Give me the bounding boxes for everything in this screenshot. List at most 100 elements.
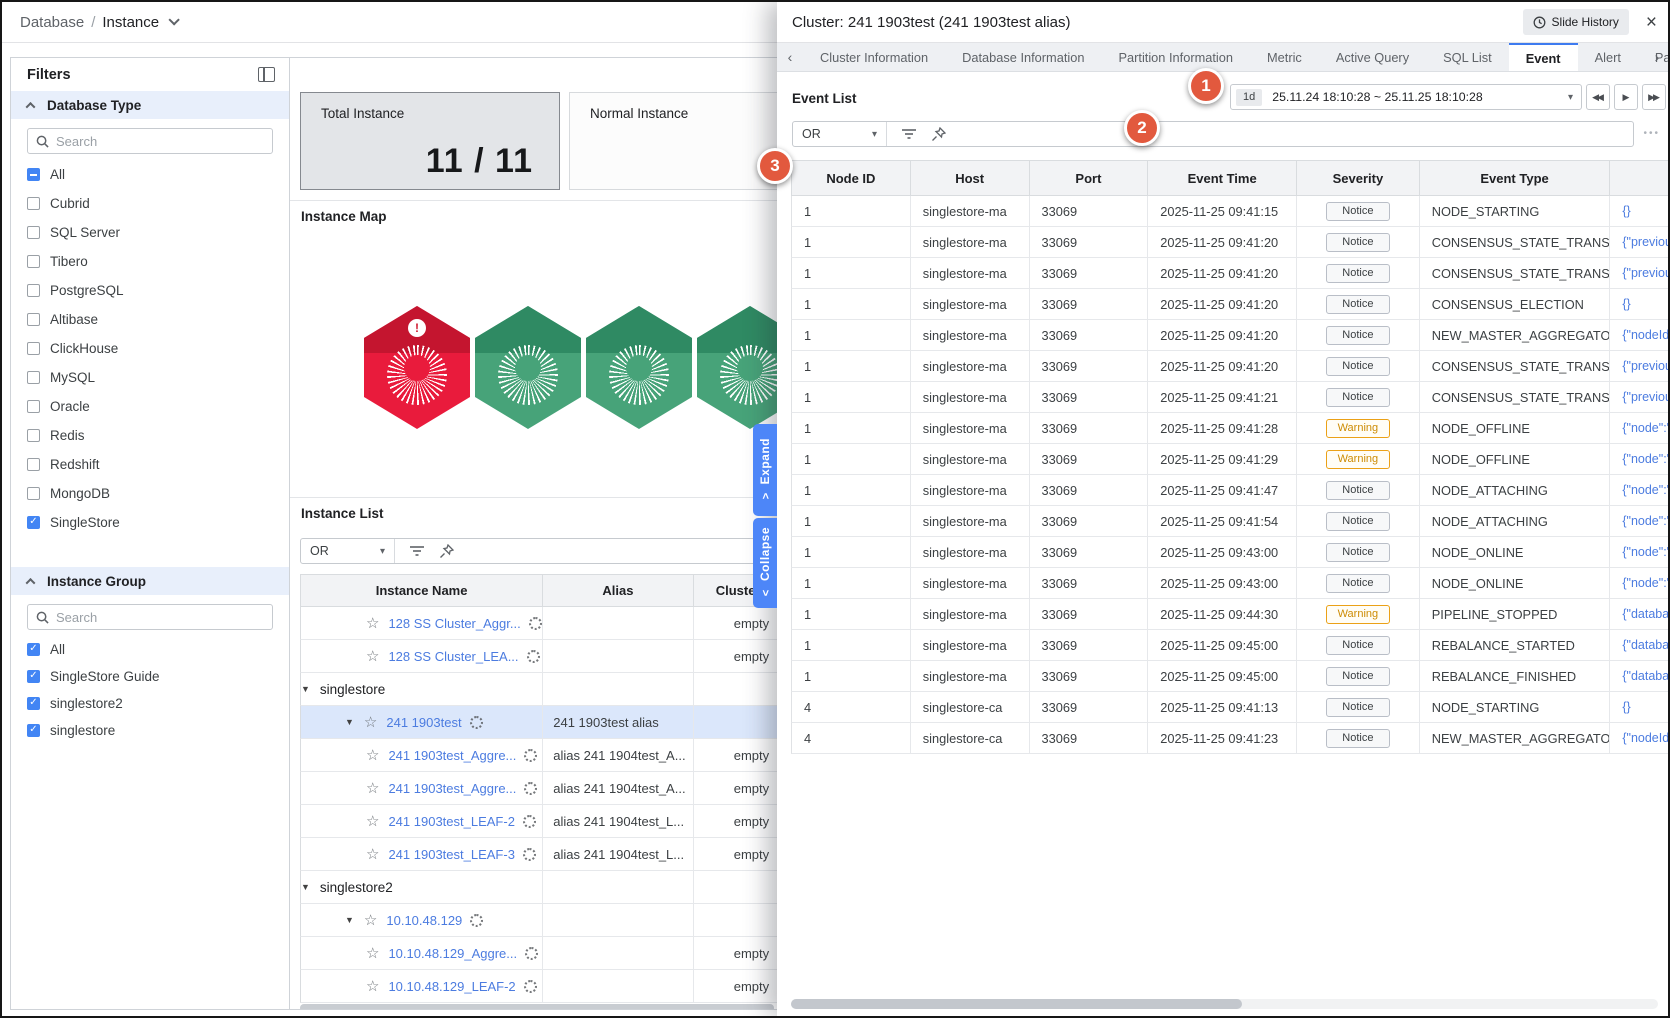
checkbox-unchecked[interactable] xyxy=(27,342,40,355)
checkbox-checked[interactable]: ✓ xyxy=(27,724,40,737)
operator-select[interactable]: OR ▾ xyxy=(301,539,395,563)
tab-sql-list[interactable]: SQL List xyxy=(1426,43,1509,71)
event-data-link[interactable]: {"nodeId xyxy=(1622,328,1668,342)
checkbox-checked[interactable]: ✓ xyxy=(27,670,40,683)
event-row[interactable]: 4 singlestore-ca 33069 2025-11-25 09:41:23 N… xyxy=(791,723,1668,754)
tab-cluster-information[interactable]: Cluster Information xyxy=(803,43,945,71)
checkbox-checked[interactable]: ✓ xyxy=(27,516,40,529)
date-range-picker[interactable]: 1d 25.11.24 18:10:28 ~ 25.11.25 18:10:28… xyxy=(1230,84,1582,110)
range-back-button[interactable]: ◀◀ xyxy=(1586,84,1610,110)
filter-icon[interactable] xyxy=(409,545,425,557)
event-row[interactable]: 1 singlestore-ma 33069 2025-11-25 09:45:00 N… xyxy=(791,661,1668,692)
checkbox-option[interactable]: ✓ singlestore2 xyxy=(11,690,289,717)
checkbox-option[interactable]: ClickHouse xyxy=(11,334,289,363)
instance-name-link[interactable]: 241 1903test xyxy=(386,715,461,730)
slide-history-button[interactable]: Slide History xyxy=(1522,9,1629,35)
event-column-header[interactable]: Event Type xyxy=(1420,161,1611,195)
tree-collapse-icon[interactable]: ▼ xyxy=(301,882,310,892)
instance-name-link[interactable]: 10.10.48.129_Aggre... xyxy=(388,946,517,961)
instance-hexagon-critical[interactable]: ! xyxy=(364,306,470,429)
event-data-link[interactable]: {"nodeId xyxy=(1622,731,1668,745)
instance-name-link[interactable]: 241 1903test_Aggre... xyxy=(388,748,516,763)
instance-name-link[interactable]: 10.10.48.129_LEAF-2 xyxy=(388,979,515,994)
event-data-link[interactable]: {"previou xyxy=(1622,235,1668,249)
checkbox-option[interactable]: Altibase xyxy=(11,305,289,334)
event-column-header[interactable]: Severity xyxy=(1297,161,1420,195)
breadcrumb-instance[interactable]: Instance xyxy=(102,14,159,31)
event-column-header[interactable]: Event Time xyxy=(1148,161,1297,195)
event-data-link[interactable]: {"previou xyxy=(1622,390,1668,404)
event-data-link[interactable]: {"node":" xyxy=(1622,576,1668,590)
instance-group-search[interactable] xyxy=(27,604,273,630)
filter-icon[interactable] xyxy=(901,128,917,140)
event-row[interactable]: 4 singlestore-ca 33069 2025-11-25 09:41:13 N… xyxy=(791,692,1668,723)
horizontal-scrollbar[interactable] xyxy=(791,999,1658,1009)
instance-hexagon-normal[interactable] xyxy=(475,306,581,429)
favorite-star-icon[interactable]: ☆ xyxy=(364,713,377,731)
pin-icon[interactable] xyxy=(931,126,946,142)
favorite-star-icon[interactable]: ☆ xyxy=(366,779,379,797)
instance-hexagon-normal[interactable] xyxy=(586,306,692,429)
checkbox-option[interactable]: Redis xyxy=(11,421,289,450)
event-row[interactable]: 1 singlestore-ma 33069 2025-11-25 09:41:20 N… xyxy=(791,258,1668,289)
event-row[interactable]: 1 singlestore-ma 33069 2025-11-25 09:41:20 N… xyxy=(791,289,1668,320)
event-row[interactable]: 1 singlestore-ma 33069 2025-11-25 09:41:20 N… xyxy=(791,227,1668,258)
event-data-link[interactable]: {"previou xyxy=(1622,359,1668,373)
checkbox-option[interactable]: Cubrid xyxy=(11,189,289,218)
checkbox-unchecked[interactable] xyxy=(27,313,40,326)
event-column-header[interactable]: Port xyxy=(1030,161,1149,195)
checkbox-unchecked[interactable] xyxy=(27,255,40,268)
checkbox-unchecked[interactable] xyxy=(27,284,40,297)
checkbox-unchecked[interactable] xyxy=(27,197,40,210)
favorite-star-icon[interactable]: ☆ xyxy=(366,944,379,962)
checkbox-unchecked[interactable] xyxy=(27,400,40,413)
event-data-link[interactable]: {} xyxy=(1622,700,1630,714)
event-row[interactable]: 1 singlestore-ma 33069 2025-11-25 09:41:21 N… xyxy=(791,382,1668,413)
event-row[interactable]: 1 singlestore-ma 33069 2025-11-25 09:43:00 N… xyxy=(791,568,1668,599)
range-preset-chip[interactable]: 1d xyxy=(1236,88,1263,106)
collapse-button[interactable]: Collapse > xyxy=(753,518,777,608)
checkbox-unchecked[interactable] xyxy=(27,429,40,442)
section-database-type[interactable]: Database Type xyxy=(11,91,289,119)
event-data-link[interactable]: {"databa xyxy=(1622,607,1668,621)
more-options-icon[interactable]: ••• xyxy=(1643,128,1660,139)
instance-name-link[interactable]: 10.10.48.129 xyxy=(386,913,462,928)
db-type-search[interactable] xyxy=(27,128,273,154)
tab-active-query[interactable]: Active Query xyxy=(1319,43,1426,71)
event-row[interactable]: 1 singlestore-ma 33069 2025-11-25 09:41:20 N… xyxy=(791,351,1668,382)
favorite-star-icon[interactable]: ☆ xyxy=(366,845,379,863)
event-data-link[interactable]: {"databa xyxy=(1622,638,1668,652)
checkbox-option[interactable]: ✓ SingleStore xyxy=(11,508,289,537)
chevron-down-icon[interactable] xyxy=(168,14,180,26)
tree-collapse-icon[interactable]: ▼ xyxy=(345,915,354,925)
event-row[interactable]: 1 singlestore-ma 33069 2025-11-25 09:41:29 W… xyxy=(791,444,1668,475)
event-data-link[interactable]: {"databa xyxy=(1622,669,1668,683)
checkbox-option[interactable]: MySQL xyxy=(11,363,289,392)
checkbox-unchecked[interactable] xyxy=(27,371,40,384)
breadcrumb-database[interactable]: Database xyxy=(20,14,84,31)
checkbox-checked[interactable]: ✓ xyxy=(27,697,40,710)
event-data-link[interactable]: {} xyxy=(1622,204,1630,218)
event-row[interactable]: 1 singlestore-ma 33069 2025-11-25 09:43:00 N… xyxy=(791,537,1668,568)
checkbox-option[interactable]: Oracle xyxy=(11,392,289,421)
tab-alert[interactable]: Alert xyxy=(1578,43,1638,71)
event-data-link[interactable]: {"node":" xyxy=(1622,545,1668,559)
event-data-link[interactable]: {"node":" xyxy=(1622,452,1668,466)
tab-partition-information[interactable]: Partition Information xyxy=(1101,43,1250,71)
event-column-header[interactable] xyxy=(1610,161,1668,195)
range-fast-forward-button[interactable]: ▶▶ xyxy=(1642,84,1666,110)
scrollbar-thumb[interactable] xyxy=(791,999,1242,1009)
checkbox-unchecked[interactable] xyxy=(27,458,40,471)
column-header-alias[interactable]: Alias xyxy=(543,575,694,606)
event-data-link[interactable]: {} xyxy=(1622,297,1630,311)
event-data-link[interactable]: {"node":" xyxy=(1622,514,1668,528)
expand-button[interactable]: Expand < xyxy=(753,424,777,516)
tab-metric[interactable]: Metric xyxy=(1250,43,1319,71)
checkbox-option[interactable]: ✓ SingleStore Guide xyxy=(11,663,289,690)
favorite-star-icon[interactable]: ☆ xyxy=(366,977,379,995)
tabs-scroll-right-icon[interactable]: › xyxy=(1644,43,1668,71)
horizontal-scrollbar[interactable] xyxy=(300,1004,774,1009)
favorite-star-icon[interactable]: ☆ xyxy=(364,911,377,929)
checkbox-unchecked[interactable] xyxy=(27,226,40,239)
search-input[interactable] xyxy=(56,133,264,149)
